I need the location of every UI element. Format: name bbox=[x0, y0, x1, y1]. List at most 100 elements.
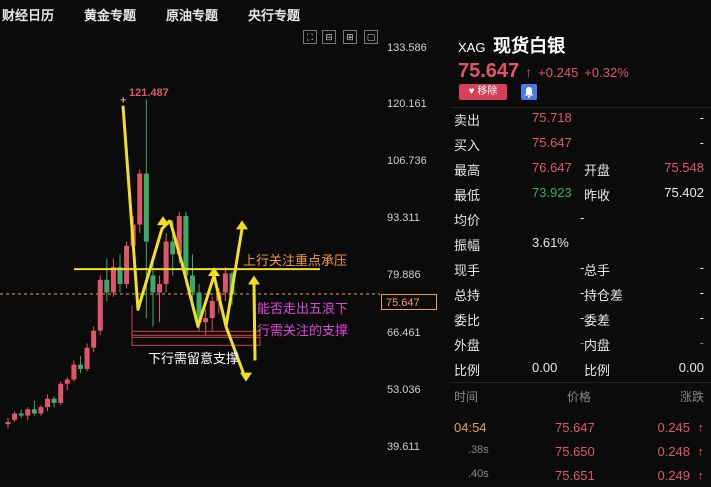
quote-value: 75.402 bbox=[664, 185, 704, 200]
quote-row: 外盘 - 内盘 - bbox=[454, 335, 704, 360]
quote-row: 买入 75.647 - bbox=[454, 135, 704, 160]
quote-value: 73.923 bbox=[532, 185, 572, 200]
candle-body bbox=[12, 413, 18, 420]
tick-price: 75.650 bbox=[555, 444, 595, 459]
tick-change: 0.245 bbox=[657, 420, 690, 435]
quote-label: 昨收 bbox=[584, 188, 611, 203]
five-waves-annotation-1: 能否走出五浪下 bbox=[257, 301, 349, 316]
quote-label: 最低 bbox=[454, 188, 481, 203]
candle-body bbox=[222, 273, 228, 293]
quote-label: 最高 bbox=[454, 163, 481, 178]
quote-value: 3.61% bbox=[532, 235, 569, 250]
quote-label: 比例 bbox=[584, 363, 611, 378]
peak-label: 121.487 bbox=[129, 87, 169, 99]
candle-body bbox=[143, 173, 149, 242]
remove-watchlist-button[interactable]: ♥ 移除 bbox=[459, 84, 507, 100]
chart-canvas[interactable]: + bbox=[0, 28, 450, 487]
candle-body bbox=[209, 300, 215, 318]
quote-row: 最低 73.923 昨收 75.402 bbox=[454, 185, 704, 210]
y-tick: 79.886 bbox=[387, 269, 421, 281]
alert-button[interactable] bbox=[521, 84, 537, 100]
quote-row: 现手 - 总手 - bbox=[454, 260, 704, 285]
quote-value: 75.647 bbox=[532, 135, 572, 150]
candle-body bbox=[31, 409, 37, 414]
y-tick: 133.586 bbox=[387, 42, 427, 54]
bell-icon bbox=[524, 87, 534, 98]
wave-arrowhead-1 bbox=[157, 216, 169, 226]
quote-value: - bbox=[699, 135, 704, 150]
zoom-out-icon[interactable]: ⊟ bbox=[322, 30, 336, 44]
quote-value: 0.00 bbox=[532, 360, 558, 375]
candle-body bbox=[170, 241, 176, 255]
candle-body bbox=[157, 284, 163, 293]
quote-label: 卖出 bbox=[454, 113, 481, 128]
quote-value: 75.548 bbox=[664, 160, 704, 175]
tick-time: 04:54 bbox=[454, 420, 487, 435]
quote-value: - bbox=[580, 210, 585, 225]
quote-value: 75.718 bbox=[532, 110, 572, 125]
nav-central-bank[interactable]: 央行专题 bbox=[248, 5, 300, 24]
quote-label: 现手 bbox=[454, 263, 481, 278]
quote-value: - bbox=[699, 310, 704, 325]
y-tick: 106.736 bbox=[387, 155, 427, 167]
quote-row: 均价 - bbox=[454, 210, 704, 235]
price-change: +0.245 bbox=[538, 65, 579, 80]
nav-oil[interactable]: 原油专题 bbox=[166, 5, 218, 24]
candle-body bbox=[150, 275, 156, 293]
support-box bbox=[131, 336, 261, 346]
candle-body bbox=[137, 173, 143, 225]
divider bbox=[450, 107, 711, 108]
candle-body bbox=[97, 279, 103, 331]
candle-body bbox=[71, 364, 77, 380]
candle-body bbox=[163, 241, 169, 285]
quote-label: 总持 bbox=[454, 288, 481, 303]
candle-body bbox=[5, 421, 11, 425]
ticks-header-time: 时间 bbox=[454, 390, 479, 404]
y-tick: 39.611 bbox=[387, 441, 420, 453]
symbol-header: XAG 现货白银 bbox=[458, 32, 565, 58]
zoom-in-icon[interactable]: ⊞ bbox=[343, 30, 357, 44]
quote-label: 振幅 bbox=[454, 238, 481, 253]
five-waves-annotation-2: 行需关注的支撑 bbox=[257, 323, 349, 338]
quote-label: 买入 bbox=[454, 138, 481, 153]
fit-icon[interactable]: ⛶ bbox=[303, 30, 317, 44]
wave-arrowhead-3 bbox=[236, 220, 248, 230]
candle-body bbox=[104, 279, 110, 293]
quote-value: - bbox=[699, 110, 704, 125]
candle-body bbox=[58, 383, 64, 403]
quote-row: 最高 76.647 开盘 75.548 bbox=[454, 160, 704, 185]
current-price-marker: 75.647 bbox=[381, 294, 437, 310]
candle-body bbox=[45, 398, 51, 408]
y-tick: 120.161 bbox=[387, 98, 427, 110]
ticks-header-change: 涨跌 bbox=[679, 390, 704, 404]
quote-value: - bbox=[699, 285, 704, 300]
price-chart[interactable]: + bbox=[0, 28, 450, 487]
arrow-up-icon: ↑ bbox=[697, 468, 705, 483]
candle-body bbox=[77, 364, 83, 369]
fullscreen-icon[interactable]: ▢ bbox=[364, 30, 378, 44]
quote-panel: XAG 现货白银 75.647 ↑ +0.245 +0.32% ♥ 移除 卖出 7… bbox=[450, 28, 711, 487]
tick-price: 75.647 bbox=[555, 420, 595, 435]
quote-label: 开盘 bbox=[584, 163, 611, 178]
tick-time: .38s bbox=[468, 444, 489, 456]
last-price: 75.647 bbox=[458, 60, 520, 82]
y-tick: 93.311 bbox=[387, 212, 420, 224]
nav-gold[interactable]: 黄金专题 bbox=[84, 5, 136, 24]
ticks-header-price: 价格 bbox=[567, 390, 592, 404]
wave-arrowhead-5 bbox=[248, 275, 260, 285]
support-annotation: 下行需留意支撑 bbox=[148, 351, 240, 366]
nav-calendar[interactable]: 财经日历 bbox=[2, 5, 54, 24]
quote-label: 比例 bbox=[454, 363, 481, 378]
candle-body bbox=[91, 330, 97, 348]
wave-arrow-5 bbox=[252, 283, 257, 361]
heart-icon: ♥ bbox=[468, 86, 475, 97]
tick-change: 0.249 bbox=[657, 468, 690, 483]
tick-time: .40s bbox=[468, 468, 489, 480]
quote-label: 委比 bbox=[454, 313, 481, 328]
quote-value: 76.647 bbox=[532, 160, 572, 175]
wave-arrow-3 bbox=[212, 228, 244, 328]
candle-body bbox=[25, 409, 31, 416]
quote-row: 卖出 75.718 - bbox=[454, 110, 704, 135]
quote-label: 总手 bbox=[584, 263, 611, 278]
top-nav: 财经日历 黄金专题 原油专题 央行专题 bbox=[0, 0, 452, 28]
